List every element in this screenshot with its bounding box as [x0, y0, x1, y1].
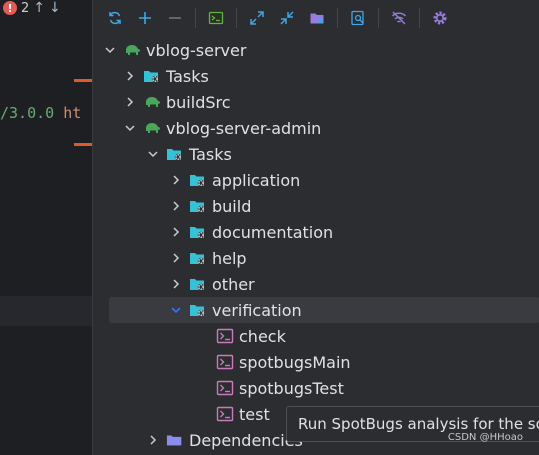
toggle-offline-icon[interactable]: [387, 6, 411, 30]
analyze-icon[interactable]: [346, 6, 370, 30]
chevron-down-icon[interactable]: [103, 43, 117, 57]
tree-item-tasks[interactable]: Tasks: [93, 141, 539, 167]
toolbar-separator: [236, 8, 237, 28]
gradle-elephant-icon: [143, 119, 161, 137]
task-folder-icon: [189, 249, 207, 267]
tree-item-spotbugstest[interactable]: spotbugsTest: [93, 375, 539, 401]
task-run-icon: [216, 405, 234, 423]
settings-icon[interactable]: [428, 6, 452, 30]
remove-icon[interactable]: [163, 6, 187, 30]
task-folder-icon: [189, 171, 207, 189]
tree-item-vblog-server-admin[interactable]: vblog-server-admin: [93, 115, 539, 141]
tree-item-check[interactable]: check: [93, 323, 539, 349]
terminal-icon[interactable]: [204, 6, 228, 30]
task-folder-icon: [189, 197, 207, 215]
tree-item-verification[interactable]: verification: [109, 297, 539, 323]
tree-item-label: other: [212, 274, 255, 294]
tree-item-label: verification: [212, 300, 302, 320]
gradle-elephant-icon: [123, 41, 141, 59]
chevron-right-icon[interactable]: [169, 251, 183, 265]
task-folder-icon: [166, 145, 184, 163]
inspection-widget[interactable]: ! 2 ↑ ↓: [3, 0, 61, 16]
chevron-down-icon[interactable]: [146, 147, 160, 161]
chevron-down-icon[interactable]: [123, 121, 137, 135]
expand-all-icon[interactable]: [245, 6, 269, 30]
folder-icon[interactable]: [305, 6, 329, 30]
chevron-right-icon[interactable]: [169, 199, 183, 213]
chevron-down-icon[interactable]: [169, 303, 183, 317]
tree-item-label: spotbugsTest: [239, 378, 344, 398]
tree-item-label: buildSrc: [166, 92, 231, 112]
error-underline: [74, 143, 92, 146]
tree-item-label: application: [212, 170, 301, 190]
gradle-elephant-icon: [143, 93, 161, 111]
toolbar-separator: [419, 8, 420, 28]
tree-item-buildsrc[interactable]: buildSrc: [93, 89, 539, 115]
previous-highlight-icon[interactable]: ↑: [33, 0, 45, 16]
next-highlight-icon[interactable]: ↓: [49, 0, 61, 16]
chevron-right-icon[interactable]: [123, 69, 137, 83]
tree-item-tasks[interactable]: Tasks: [93, 63, 539, 89]
task-folder-icon: [189, 223, 207, 241]
task-folder-icon: [189, 275, 207, 293]
tree-item-label: Tasks: [189, 144, 232, 164]
tree-item-vblog-server[interactable]: vblog-server: [93, 37, 539, 63]
tree-item-help[interactable]: help: [93, 245, 539, 271]
chevron-right-icon[interactable]: [123, 95, 137, 109]
tree-item-spotbugsmain[interactable]: spotbugsMain: [93, 349, 539, 375]
watermark: CSDN @HHoao: [447, 432, 523, 443]
task-run-icon: [216, 379, 234, 397]
task-folder-icon: [189, 301, 207, 319]
editor-pane: ! 2 ↑ ↓ /3.0.0 ht: [0, 0, 92, 455]
tree-item-label: help: [212, 248, 247, 268]
tree-item-application[interactable]: application: [93, 167, 539, 193]
toolbar-separator: [378, 8, 379, 28]
chevron-right-icon[interactable]: [169, 277, 183, 291]
reload-icon[interactable]: [103, 6, 127, 30]
tree-item-label: build: [212, 196, 252, 216]
collapse-all-icon[interactable]: [275, 6, 299, 30]
add-icon[interactable]: [133, 6, 157, 30]
tree-item-label: vblog-server: [146, 40, 247, 60]
tree-item-label: spotbugsMain: [239, 352, 351, 372]
code-string: /3.0.0: [0, 104, 55, 122]
tree-item-build[interactable]: build: [93, 193, 539, 219]
chevron-right-icon[interactable]: [169, 173, 183, 187]
gradle-tool-window: vblog-server Tasks buildSrc vblog-server…: [92, 0, 539, 455]
gradle-toolbar: [93, 0, 539, 36]
tree-item-other[interactable]: other: [93, 271, 539, 297]
tree-item-label: documentation: [212, 222, 334, 242]
dependencies-icon: [166, 431, 184, 449]
tree-item-label: check: [239, 326, 286, 346]
tree-item-label: Tasks: [166, 66, 209, 86]
error-icon: !: [3, 1, 17, 15]
tree-item-label: test: [239, 404, 270, 424]
task-run-icon: [216, 327, 234, 345]
error-count: 2: [21, 0, 30, 16]
toolbar-separator: [337, 8, 338, 28]
tree-item-documentation[interactable]: documentation: [93, 219, 539, 245]
code-line: /3.0.0 ht: [0, 104, 81, 122]
chevron-right-icon[interactable]: [169, 225, 183, 239]
task-run-icon: [216, 353, 234, 371]
chevron-right-icon[interactable]: [146, 433, 160, 447]
task-folder-icon: [143, 67, 161, 85]
error-underline: [74, 79, 92, 82]
tooltip-text: Run SpotBugs analysis for the sou: [298, 415, 539, 433]
code-keyword: ht: [63, 104, 82, 122]
caret-line-highlight: [0, 296, 92, 326]
tree-item-label: vblog-server-admin: [166, 118, 322, 138]
toolbar-separator: [195, 8, 196, 28]
